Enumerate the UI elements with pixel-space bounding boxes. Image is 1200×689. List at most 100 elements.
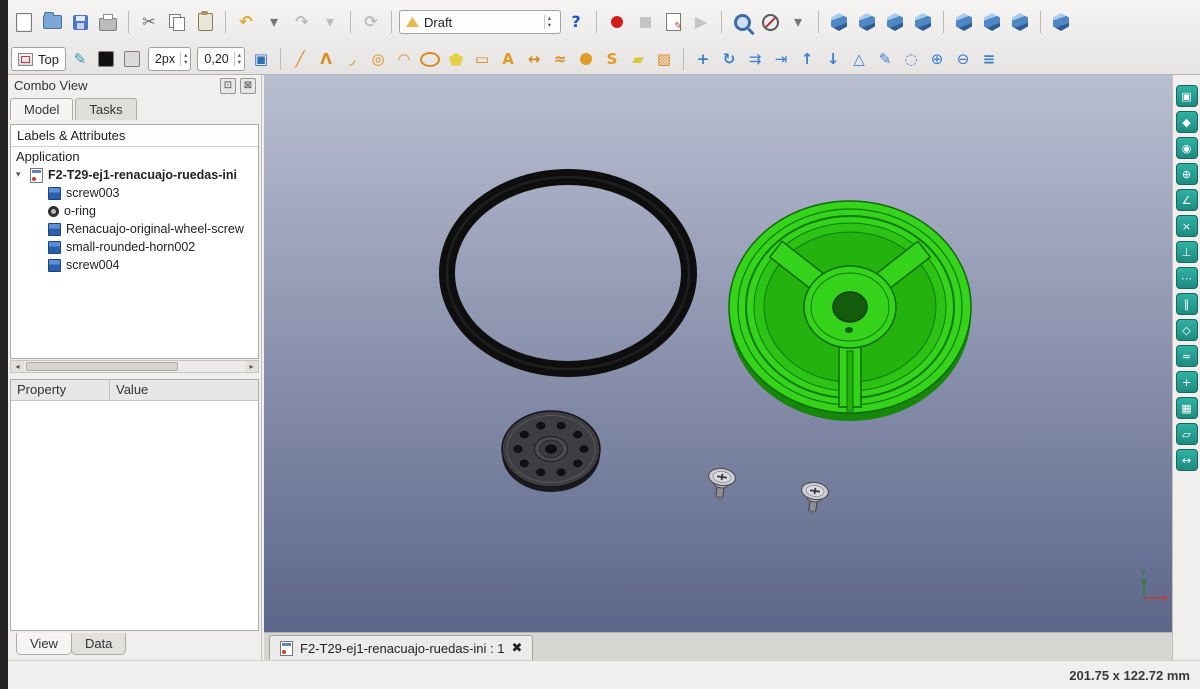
view-right[interactable] — [910, 9, 936, 35]
screw-object-1[interactable] — [705, 467, 737, 502]
spinner-arrow-icon[interactable]: ▾ — [545, 22, 554, 29]
macro-execute[interactable]: ▶ — [688, 9, 714, 35]
spinner-arrow-icon[interactable]: ▾ — [181, 59, 190, 66]
draft-subelement-highlight[interactable]: ◌ — [899, 47, 923, 71]
draft-ellipse[interactable] — [418, 47, 442, 71]
tab-model[interactable]: Model — [10, 98, 74, 120]
snap-extension[interactable]: ⋯ — [1175, 267, 1198, 289]
spinner-arrow-icon[interactable]: ▾ — [235, 59, 244, 66]
macro-record[interactable] — [604, 9, 630, 35]
snap-center[interactable]: ⊕ — [1175, 163, 1198, 185]
tree-document-row[interactable]: ▾ F2-T29-ej1-renacuajo-ruedas-ini — [11, 166, 258, 184]
print[interactable] — [95, 9, 121, 35]
draft-upgrade[interactable]: ↑ — [795, 47, 819, 71]
draft-remove-point[interactable]: ⊖ — [951, 47, 975, 71]
tree-item-Renacuajo-original-wheel-screw[interactable]: Renacuajo-original-wheel-screw — [11, 220, 258, 238]
snap-grid[interactable]: ▦ — [1175, 397, 1198, 419]
draft-polyline[interactable]: Λ — [314, 47, 338, 71]
draft-polygon[interactable] — [444, 47, 468, 71]
view-bottom[interactable] — [979, 9, 1005, 35]
spinner-arrows[interactable]: ▴ ▾ — [180, 52, 190, 66]
tab-tasks[interactable]: Tasks — [75, 98, 137, 120]
draft-downgrade[interactable]: ↓ — [821, 47, 845, 71]
draw-style[interactable] — [757, 9, 783, 35]
draft-bspline[interactable]: ≈ — [548, 47, 572, 71]
snap-endpoint[interactable]: ◆ — [1175, 111, 1198, 133]
value-column-header[interactable]: Value — [110, 380, 258, 400]
draft-shape2dview[interactable]: ≡ — [977, 47, 1001, 71]
line-color-swatch[interactable] — [94, 47, 118, 71]
draft-dimension[interactable]: ↔ — [522, 47, 546, 71]
draft-fillet[interactable]: ◞ — [340, 47, 364, 71]
draft-trimex[interactable]: ⇥ — [769, 47, 793, 71]
tree-item-screw004[interactable]: screw004 — [11, 256, 258, 274]
draft-scale[interactable]: △ — [847, 47, 871, 71]
document-tab[interactable]: F2-T29-ej1-renacuajo-ruedas-ini : 1 ✖ — [269, 635, 534, 660]
wheel-object[interactable] — [728, 200, 972, 421]
panel-close-icon[interactable]: ⊠ — [240, 78, 256, 94]
tree-item-o-ring[interactable]: o-ring — [11, 202, 258, 220]
line-width-spinbox[interactable]: 2px ▴ ▾ — [147, 47, 192, 71]
refresh[interactable]: ⟳ — [358, 9, 384, 35]
view-axonometric[interactable] — [1048, 9, 1074, 35]
viewport-3d[interactable]: x y — [264, 75, 1172, 632]
property-column-header[interactable]: Property — [11, 380, 110, 400]
draft-facebinder[interactable]: ▰ — [626, 47, 650, 71]
view-front[interactable] — [854, 9, 880, 35]
toggle-construction-mode[interactable]: ✎ — [68, 47, 92, 71]
snap-ortho[interactable]: + — [1175, 371, 1198, 393]
snap-angle[interactable]: ∠ — [1175, 189, 1198, 211]
save-document[interactable] — [67, 9, 93, 35]
open-document[interactable] — [39, 9, 65, 35]
tree-item-screw003[interactable]: screw003 — [11, 184, 258, 202]
tree-horizontal-scrollbar[interactable]: ◂ ▸ — [10, 360, 259, 373]
snap-working-plane[interactable]: ▱ — [1175, 423, 1198, 445]
draft-line[interactable]: ╱ — [288, 47, 312, 71]
text-scale-spinbox[interactable]: 0,20 ▴ ▾ — [197, 47, 245, 71]
snap-lock[interactable]: ▣ — [1175, 85, 1198, 107]
cut[interactable]: ✂ — [136, 9, 162, 35]
view-isometric[interactable] — [826, 9, 852, 35]
draft-point[interactable] — [574, 47, 598, 71]
view-top[interactable] — [882, 9, 908, 35]
undo-dropdown[interactable]: ▾ — [261, 9, 287, 35]
draft-circle[interactable]: ◎ — [366, 47, 390, 71]
o-ring-object[interactable] — [439, 169, 697, 377]
draw-style-dropdown[interactable]: ▾ — [785, 9, 811, 35]
new-document[interactable] — [11, 9, 37, 35]
macro-edit[interactable] — [660, 9, 686, 35]
scrollbar-thumb[interactable] — [26, 362, 178, 371]
snap-parallel[interactable]: ∥ — [1175, 293, 1198, 315]
scrollbar-track[interactable] — [24, 361, 245, 372]
draft-shapestring[interactable]: S — [600, 47, 624, 71]
paste[interactable] — [192, 9, 218, 35]
tree-application-row[interactable]: Application — [11, 147, 258, 166]
whats-this[interactable]: ? — [563, 9, 589, 35]
macro-stop[interactable] — [632, 9, 658, 35]
copy[interactable] — [164, 9, 190, 35]
draft-arc[interactable]: ◠ — [392, 47, 416, 71]
draft-text[interactable]: A — [496, 47, 520, 71]
apply-current-style[interactable]: ▣ — [249, 47, 273, 71]
draft-edit[interactable]: ✎ — [873, 47, 897, 71]
draft-rectangle[interactable]: ▭ — [470, 47, 494, 71]
face-color-swatch[interactable] — [120, 47, 144, 71]
draft-offset[interactable]: ⇉ — [743, 47, 767, 71]
snap-midpoint[interactable]: ◉ — [1175, 137, 1198, 159]
view-rear[interactable] — [951, 9, 977, 35]
disk-object[interactable] — [501, 410, 601, 492]
screw-object-2[interactable] — [798, 481, 830, 516]
tab-close-icon[interactable]: ✖ — [511, 641, 522, 656]
snap-near[interactable]: ≈ — [1175, 345, 1198, 367]
snap-special[interactable]: ◇ — [1175, 319, 1198, 341]
draft-move[interactable]: + — [691, 47, 715, 71]
tab-data[interactable]: Data — [70, 633, 127, 655]
tab-view[interactable]: View — [16, 633, 72, 655]
draft-hatch[interactable]: ▨ — [652, 47, 676, 71]
undo[interactable]: ↶ — [233, 9, 259, 35]
tree-item-small-rounded-horn002[interactable]: small-rounded-horn002 — [11, 238, 258, 256]
expander-icon[interactable]: ▾ — [16, 170, 25, 180]
panel-float-icon[interactable]: ⊡ — [220, 78, 236, 94]
spinner-arrows[interactable]: ▴ ▾ — [543, 15, 554, 29]
snap-perpendicular[interactable]: ⊥ — [1175, 241, 1198, 263]
